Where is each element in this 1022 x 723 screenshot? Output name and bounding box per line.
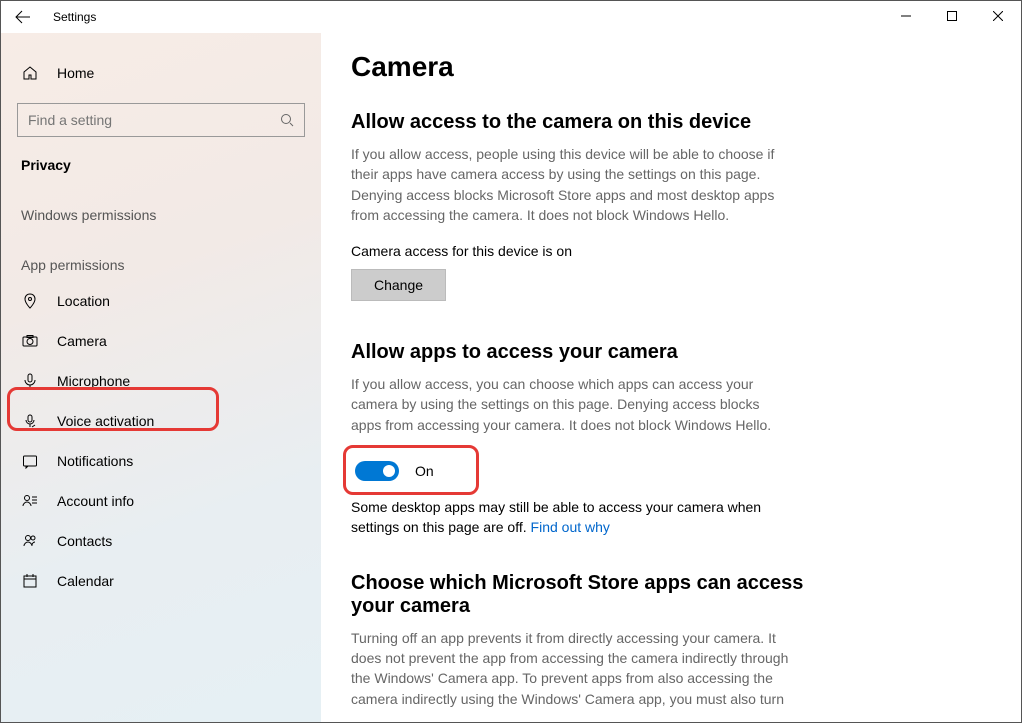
search-box[interactable] (17, 103, 305, 137)
sidebar-item-microphone[interactable]: Microphone (1, 361, 321, 401)
sidebar-home-label: Home (57, 65, 94, 81)
sidebar-item-notifications[interactable]: Notifications (1, 441, 321, 481)
calendar-icon (21, 573, 39, 589)
main-content: Camera Allow access to the camera on thi… (321, 33, 1021, 722)
apps-access-toggle-row: On (351, 453, 991, 489)
sidebar-item-calendar[interactable]: Calendar (1, 561, 321, 601)
account-icon (21, 493, 39, 509)
search-input[interactable] (28, 112, 280, 128)
back-button[interactable] (7, 1, 39, 33)
sidebar-item-label: Camera (57, 333, 107, 349)
sidebar-item-label: Microphone (57, 373, 130, 389)
sidebar: Home Privacy Windows permissions App per… (1, 33, 321, 722)
section3-desc: Turning off an app prevents it from dire… (351, 628, 791, 709)
section3-title: Choose which Microsoft Store apps can ac… (351, 572, 811, 618)
search-icon (280, 113, 294, 127)
sidebar-home[interactable]: Home (1, 53, 321, 93)
sidebar-item-label: Contacts (57, 533, 112, 549)
section2-title: Allow apps to access your camera (351, 341, 991, 364)
toggle-knob (383, 465, 395, 477)
section2-desc: If you allow access, you can choose whic… (351, 374, 791, 435)
sidebar-item-contacts[interactable]: Contacts (1, 521, 321, 561)
page-title: Camera (351, 51, 991, 83)
sidebar-section-windows: Windows permissions (1, 181, 321, 231)
contacts-icon (21, 533, 39, 549)
window-controls (883, 1, 1021, 31)
home-icon (21, 65, 39, 81)
minimize-icon (901, 11, 911, 21)
titlebar: Settings (1, 1, 1021, 33)
find-out-why-link[interactable]: Find out why (531, 519, 610, 535)
apps-access-toggle[interactable] (355, 461, 399, 481)
voice-icon (21, 413, 39, 429)
close-button[interactable] (975, 1, 1021, 31)
camera-icon (21, 333, 39, 349)
sidebar-item-label: Voice activation (57, 413, 154, 429)
maximize-button[interactable] (929, 1, 975, 31)
sidebar-item-account[interactable]: Account info (1, 481, 321, 521)
sidebar-item-label: Calendar (57, 573, 114, 589)
section1-desc: If you allow access, people using this d… (351, 144, 791, 225)
sidebar-item-voice[interactable]: Voice activation (1, 401, 321, 441)
change-button[interactable]: Change (351, 269, 446, 301)
search-wrap (1, 93, 321, 141)
settings-window: Settings Home Privacy Windows pe (0, 0, 1022, 723)
arrow-left-icon (15, 9, 31, 25)
body: Home Privacy Windows permissions App per… (1, 33, 1021, 722)
close-icon (993, 11, 1003, 21)
sidebar-section-app: App permissions (1, 231, 321, 281)
sidebar-item-label: Account info (57, 493, 134, 509)
maximize-icon (947, 11, 957, 21)
location-icon (21, 293, 39, 309)
sidebar-category: Privacy (1, 141, 321, 181)
section1-status: Camera access for this device is on (351, 243, 991, 259)
sidebar-item-camera[interactable]: Camera (1, 321, 321, 361)
section1-title: Allow access to the camera on this devic… (351, 111, 991, 134)
window-title: Settings (53, 10, 96, 24)
section2-footnote: Some desktop apps may still be able to a… (351, 497, 791, 538)
notifications-icon (21, 453, 39, 469)
microphone-icon (21, 373, 39, 389)
sidebar-item-label: Location (57, 293, 110, 309)
sidebar-item-location[interactable]: Location (1, 281, 321, 321)
toggle-state-label: On (415, 463, 434, 479)
sidebar item-label: Notifications (57, 453, 133, 469)
minimize-button[interactable] (883, 1, 929, 31)
